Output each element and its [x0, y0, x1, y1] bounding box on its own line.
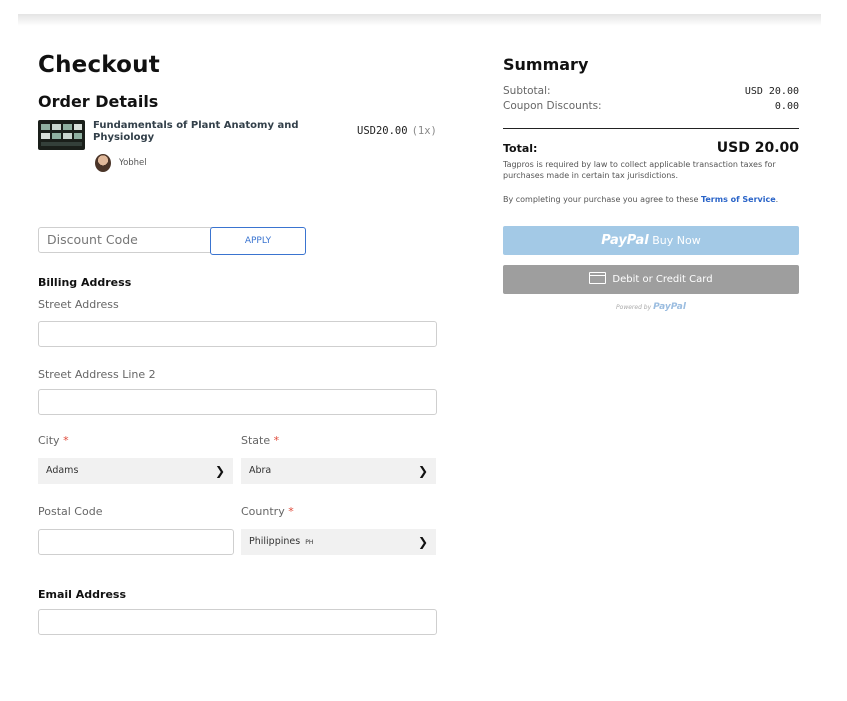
billing-address-heading: Billing Address — [38, 276, 132, 289]
summary-heading: Summary — [503, 55, 589, 74]
apply-discount-button[interactable]: APPLY — [210, 227, 306, 255]
author-name: Yobhel — [119, 158, 147, 168]
powered-by-paypal: Powered by PayPal — [503, 302, 799, 312]
country-value: Philippines — [249, 536, 301, 547]
postal-code-label: Postal Code — [38, 505, 103, 518]
order-details-heading: Order Details — [38, 92, 159, 111]
subtotal-value: USD 20.00 — [744, 86, 799, 97]
debit-credit-card-button[interactable]: Debit or Credit Card — [503, 265, 799, 294]
paypal-logo: PayPal — [601, 233, 649, 248]
chevron-down-icon: ❯ — [417, 535, 428, 549]
powered-by-text: Powered by — [616, 304, 652, 311]
country-select[interactable]: Philippines PH ❯ — [241, 529, 436, 555]
terms-prefix: By completing your purchase you agree to… — [503, 195, 701, 204]
paypal-buy-now-button[interactable]: PayPal Buy Now — [503, 226, 799, 255]
total-label: Total: — [503, 142, 538, 155]
subtotal-label: Subtotal: — [503, 85, 551, 97]
course-title[interactable]: Fundamentals of Plant Anatomy and Physio… — [93, 120, 313, 144]
item-quantity: (1x) — [411, 125, 437, 137]
country-label-text: Country — [241, 505, 285, 518]
paypal-wordmark: PayPal — [653, 302, 686, 312]
required-mark: * — [273, 434, 280, 447]
course-thumbnail[interactable] — [38, 120, 85, 150]
city-label-text: City — [38, 434, 60, 447]
required-mark: * — [63, 434, 69, 447]
street-address-2-input[interactable] — [38, 389, 437, 415]
item-price-value: USD20.00 — [357, 125, 408, 137]
street-address-2-label: Street Address Line 2 — [38, 368, 156, 381]
coupon-discounts-value: 0.00 — [774, 101, 799, 112]
terms-suffix: . — [775, 195, 779, 204]
page-title: Checkout — [38, 52, 160, 78]
country-label: Country * — [241, 505, 294, 518]
street-address-label: Street Address — [38, 298, 119, 311]
author-avatar — [95, 154, 111, 172]
terms-note: By completing your purchase you agree to… — [503, 194, 793, 205]
city-value: Adams — [46, 465, 79, 476]
city-label: City * — [38, 434, 69, 447]
state-label-text: State — [241, 434, 271, 447]
email-address-input[interactable] — [38, 609, 437, 635]
summary-divider — [503, 128, 799, 129]
street-address-input[interactable] — [38, 321, 437, 347]
chevron-down-icon: ❯ — [417, 464, 428, 478]
coupon-discounts-label: Coupon Discounts: — [503, 100, 602, 112]
chevron-down-icon: ❯ — [214, 464, 225, 478]
state-label: State * — [241, 434, 279, 447]
country-code: PH — [305, 539, 314, 546]
state-value: Abra — [249, 465, 272, 476]
top-shadow-bar — [18, 14, 821, 26]
discount-code-input[interactable]: Discount Code — [38, 227, 220, 253]
tax-note: Tagpros is required by law to collect ap… — [503, 160, 776, 180]
terms-of-service-link[interactable]: Terms of Service — [701, 195, 776, 204]
state-select[interactable]: Abra ❯ — [241, 458, 436, 484]
city-select[interactable]: Adams ❯ — [38, 458, 233, 484]
required-mark: * — [288, 505, 294, 518]
credit-card-icon — [589, 272, 607, 284]
total-value: USD 20.00 — [716, 140, 799, 156]
email-address-heading: Email Address — [38, 588, 127, 601]
paypal-button-label: Buy Now — [652, 234, 701, 247]
postal-code-input[interactable] — [38, 529, 234, 555]
item-price: USD20.00 (1x) — [357, 125, 437, 137]
card-button-label: Debit or Credit Card — [612, 274, 713, 285]
